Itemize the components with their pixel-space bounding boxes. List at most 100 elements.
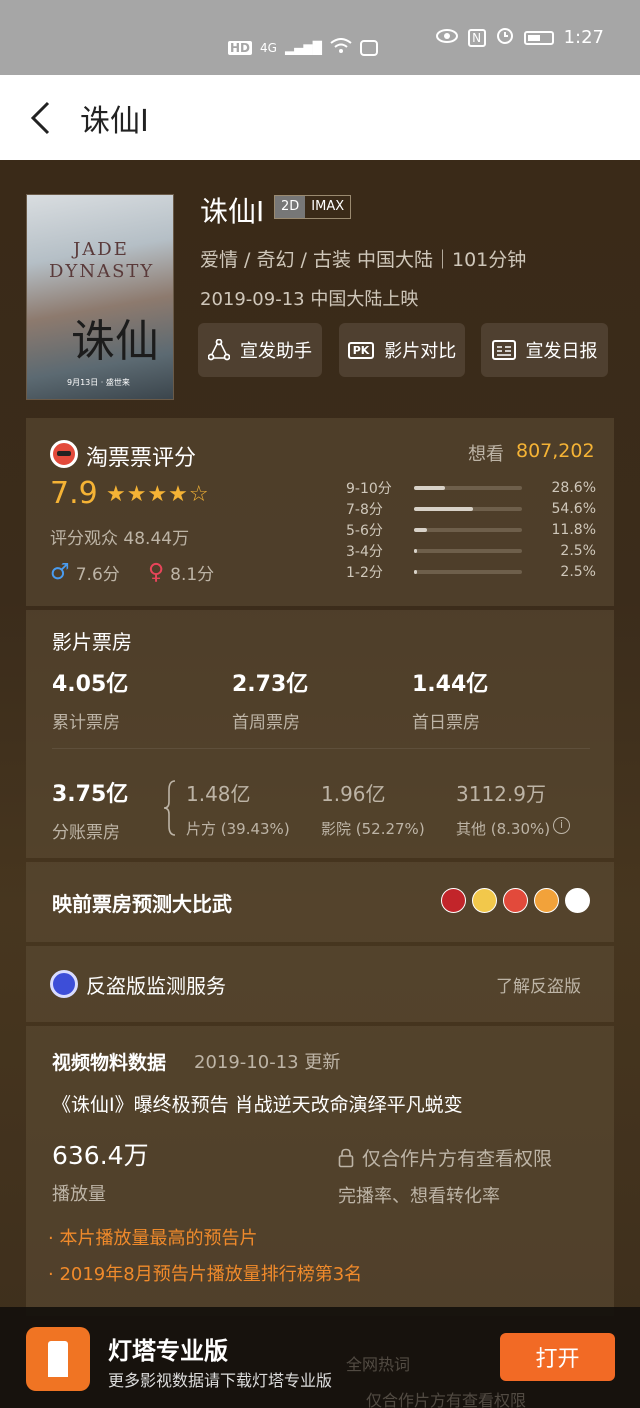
- dist-pct: 2.5%: [560, 543, 596, 559]
- highlight-item: · 本片播放量最高的预告片: [48, 1228, 258, 1249]
- predictor-avatars: [441, 888, 590, 913]
- dist-bar: [414, 507, 522, 511]
- anti-piracy-card[interactable]: 反盗版监测服务 了解反盗版: [26, 946, 614, 1022]
- locked-text: 仅合作片方有查看权限: [362, 1148, 553, 1170]
- score-dist-row: 1-2分 2.5%: [346, 562, 596, 582]
- report-icon: [491, 340, 516, 360]
- share-network-icon: [208, 339, 230, 361]
- dist-bar: [414, 549, 522, 553]
- female-icon: ♀: [148, 560, 165, 585]
- stat-value: 1.44亿: [412, 672, 489, 697]
- tag-imax: IMAX: [311, 199, 345, 214]
- stat-value: 4.05亿: [52, 672, 129, 697]
- dist-pct: 11.8%: [551, 522, 596, 538]
- rating-brand: 淘票票评分: [86, 446, 197, 471]
- app-subtitle: 更多影视数据请下载灯塔专业版: [108, 1371, 333, 1390]
- avatar: [441, 888, 466, 913]
- movie-poster[interactable]: JADE DYNASTY 诛仙 9月13日 · 盛世来: [26, 194, 174, 400]
- stat-label: 首周票房: [232, 713, 300, 733]
- vpn-icon: [359, 39, 378, 56]
- page-title: 诛仙Ⅰ: [80, 103, 149, 139]
- score-dist-row: 5-6分 11.8%: [346, 520, 596, 540]
- dist-pct: 2.5%: [560, 564, 596, 580]
- split-value: 3112.9万: [456, 782, 546, 806]
- eye-icon: [435, 27, 458, 48]
- split-label: 影院 (52.27%): [321, 820, 425, 838]
- want-label: 想看: [468, 444, 504, 465]
- back-button[interactable]: [0, 75, 80, 160]
- promo-daily-button[interactable]: 宣发日报: [481, 323, 608, 377]
- poster-title: JADE DYNASTY: [49, 239, 155, 282]
- open-app-button[interactable]: 打开: [500, 1333, 615, 1381]
- male-rating: ♂ 7.6分: [50, 560, 120, 585]
- split-label: 其他 (8.30%): [456, 820, 551, 838]
- video-title: 视频物料数据: [52, 1052, 167, 1074]
- dist-fill: [414, 528, 427, 532]
- split-label: 片方 (39.43%): [186, 820, 290, 838]
- male-score: 7.6分: [75, 565, 120, 585]
- views-label: 播放量: [52, 1184, 106, 1205]
- split-value: 1.96亿: [321, 782, 386, 806]
- box-office-card: 影片票房 4.05亿 累计票房 2.73亿 首周票房 1.44亿 首日票房 3.…: [26, 610, 614, 858]
- film-compare-button[interactable]: PK 影片对比: [339, 323, 465, 377]
- divider: [52, 748, 590, 749]
- video-data-card: 视频物料数据 2019-10-13 更新 《诛仙Ⅰ》曝终极预告 肖战逆天改命演绎…: [26, 1026, 614, 1316]
- dist-pct: 28.6%: [551, 480, 596, 496]
- prediction-title: 映前票房预测大比武: [52, 892, 232, 916]
- taopiaopiao-logo-icon: [50, 440, 78, 468]
- dist-bar: [414, 528, 522, 532]
- dist-fill: [414, 486, 445, 490]
- promo-daily-label: 宣发日报: [525, 341, 598, 362]
- behind-text: 仅合作片方有查看权限: [366, 1391, 527, 1408]
- dist-label: 3-4分: [346, 544, 383, 560]
- lock-icon: [338, 1148, 354, 1167]
- split-total-value: 3.75亿: [52, 782, 129, 807]
- lighthouse-logo-icon: [26, 1327, 90, 1391]
- avatar: [534, 888, 559, 913]
- video-headline[interactable]: 《诛仙Ⅰ》曝终极预告 肖战逆天改命演绎平凡蜕变: [52, 1090, 463, 1117]
- poster-calligraphy: 诛仙: [71, 316, 159, 367]
- rating-stars: ★★★★☆: [106, 482, 210, 507]
- promo-assistant-button[interactable]: 宣发助手: [198, 323, 322, 377]
- prediction-card[interactable]: 映前票房预测大比武: [26, 862, 614, 942]
- locked-notice: 仅合作片方有查看权限: [338, 1144, 552, 1171]
- dist-pct: 54.6%: [551, 501, 596, 517]
- stat-label: 累计票房: [52, 713, 120, 733]
- download-banner[interactable]: 全网热词 仅合作片方有查看权限 灯塔专业版 更多影视数据请下载灯塔专业版 打开: [0, 1307, 640, 1408]
- nfc-icon: N: [467, 28, 486, 47]
- female-score: 8.1分: [170, 565, 215, 585]
- stat-label: 首日票房: [412, 713, 480, 733]
- dist-fill: [414, 549, 418, 553]
- anti-piracy-link[interactable]: 了解反盗版: [496, 972, 581, 997]
- highlight-item: · 2019年8月预告片播放量排行榜第3名: [48, 1264, 363, 1285]
- score-dist-row: 7-8分 54.6%: [346, 499, 596, 519]
- locked-sub: 完播率、想看转化率: [338, 1186, 500, 1207]
- hd-indicator: HD: [228, 40, 253, 55]
- video-views: 636.4万: [52, 1141, 149, 1170]
- avatar: [472, 888, 497, 913]
- battery-icon: [523, 30, 554, 45]
- avatar: [565, 888, 590, 913]
- dist-bar: [414, 486, 522, 490]
- alarm-icon: [496, 26, 514, 49]
- rating-card: 淘票票评分 想看 807,202 7.9 ★★★★☆ 评分观众 48.44万 ♂…: [26, 418, 614, 606]
- dist-label: 1-2分: [346, 565, 383, 581]
- dist-label: 5-6分: [346, 523, 383, 539]
- movie-title: 诛仙Ⅰ: [200, 195, 265, 228]
- stat-value: 2.73亿: [232, 672, 309, 697]
- want-count: 807,202: [516, 440, 595, 462]
- dist-bar: [414, 570, 522, 574]
- anti-piracy-title: 反盗版监测服务: [86, 974, 226, 998]
- score-dist-row: 9-10分 28.6%: [346, 478, 596, 498]
- video-date: 2019-10-13 更新: [194, 1052, 341, 1073]
- info-icon[interactable]: i: [553, 817, 570, 834]
- clock: 1:27: [563, 27, 604, 48]
- brace-icon: [163, 780, 176, 836]
- status-bar: HD 4G ▂▄▆█ N 1:27: [0, 0, 640, 75]
- nav-bar: 诛仙Ⅰ: [0, 75, 640, 160]
- score-dist-row: 3-4分 2.5%: [346, 541, 596, 561]
- split-value: 1.48亿: [186, 782, 251, 806]
- movie-release: 2019-09-13 中国大陆上映: [200, 289, 419, 310]
- signal-bars-icon: ▂▄▆█: [284, 40, 322, 55]
- male-icon: ♂: [50, 560, 70, 585]
